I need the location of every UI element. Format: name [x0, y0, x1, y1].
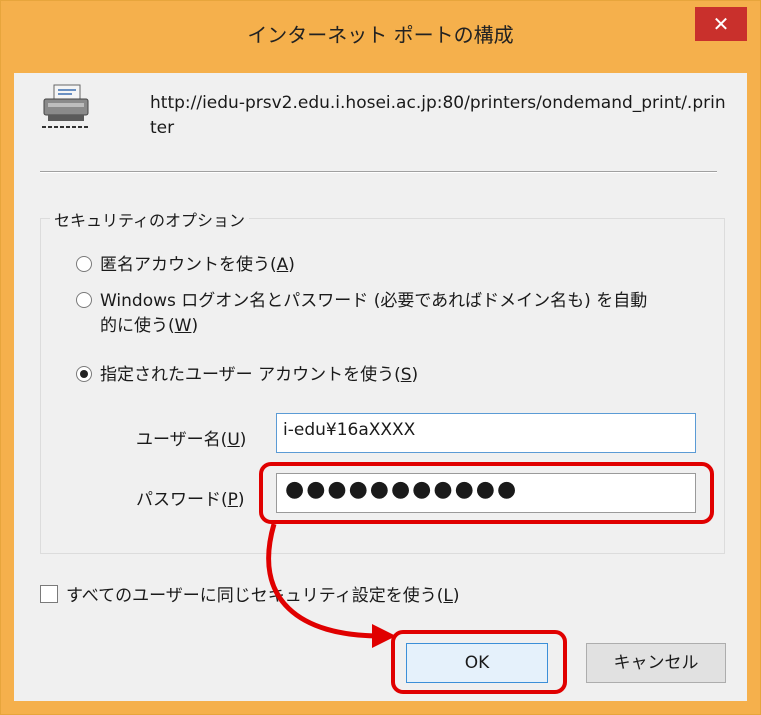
radio-windows-logon[interactable]: Windows ログオン名とパスワード (必要であればドメイン名も) を自動的に…	[76, 289, 656, 339]
mnemonic: A	[276, 255, 289, 275]
same-security-label: すべてのユーザーに同じセキュリティ設定を使う	[66, 586, 437, 606]
mnemonic: W	[174, 316, 192, 336]
username-input[interactable]: i-edu¥16aXXXX	[276, 413, 696, 453]
window-title: インターネット ポートの構成	[247, 23, 514, 47]
username-label: ユーザー名(U)	[136, 430, 247, 450]
cancel-button[interactable]: キャンセル	[586, 643, 726, 683]
radio-specified-user-label: 指定されたユーザー アカウントを使う	[100, 365, 395, 385]
ok-highlight	[391, 630, 567, 694]
close-button[interactable]: ✕	[695, 7, 747, 41]
printer-url: http://iedu-prsv2.edu.i.hosei.ac.jp:80/p…	[150, 93, 726, 138]
radio-button[interactable]	[76, 366, 92, 382]
radio-anonymous[interactable]: 匿名アカウントを使う(A)	[76, 253, 295, 278]
same-security-checkbox-row[interactable]: すべてのユーザーに同じセキュリティ設定を使う(L)	[40, 581, 460, 606]
close-icon: ✕	[712, 12, 730, 36]
dialog-body: http://iedu-prsv2.edu.i.hosei.ac.jp:80/p…	[14, 73, 747, 701]
radio-specified-user[interactable]: 指定されたユーザー アカウントを使う(S)	[76, 363, 418, 388]
separator	[40, 171, 717, 173]
title-bar[interactable]: インターネット ポートの構成 ✕	[1, 1, 760, 73]
radio-button[interactable]	[76, 292, 92, 308]
radio-anonymous-label: 匿名アカウントを使う	[100, 255, 270, 275]
security-options-label: セキュリティのオプション	[50, 207, 250, 231]
password-highlight	[259, 462, 714, 524]
printer-icon	[42, 84, 90, 128]
same-security-checkbox[interactable]	[40, 584, 58, 603]
radio-button[interactable]	[76, 256, 92, 272]
mnemonic: S	[400, 365, 412, 385]
dialog-window: インターネット ポートの構成 ✕ http://iedu-prsv2.edu.i…	[0, 0, 761, 715]
password-label: パスワード(P)	[136, 490, 245, 510]
